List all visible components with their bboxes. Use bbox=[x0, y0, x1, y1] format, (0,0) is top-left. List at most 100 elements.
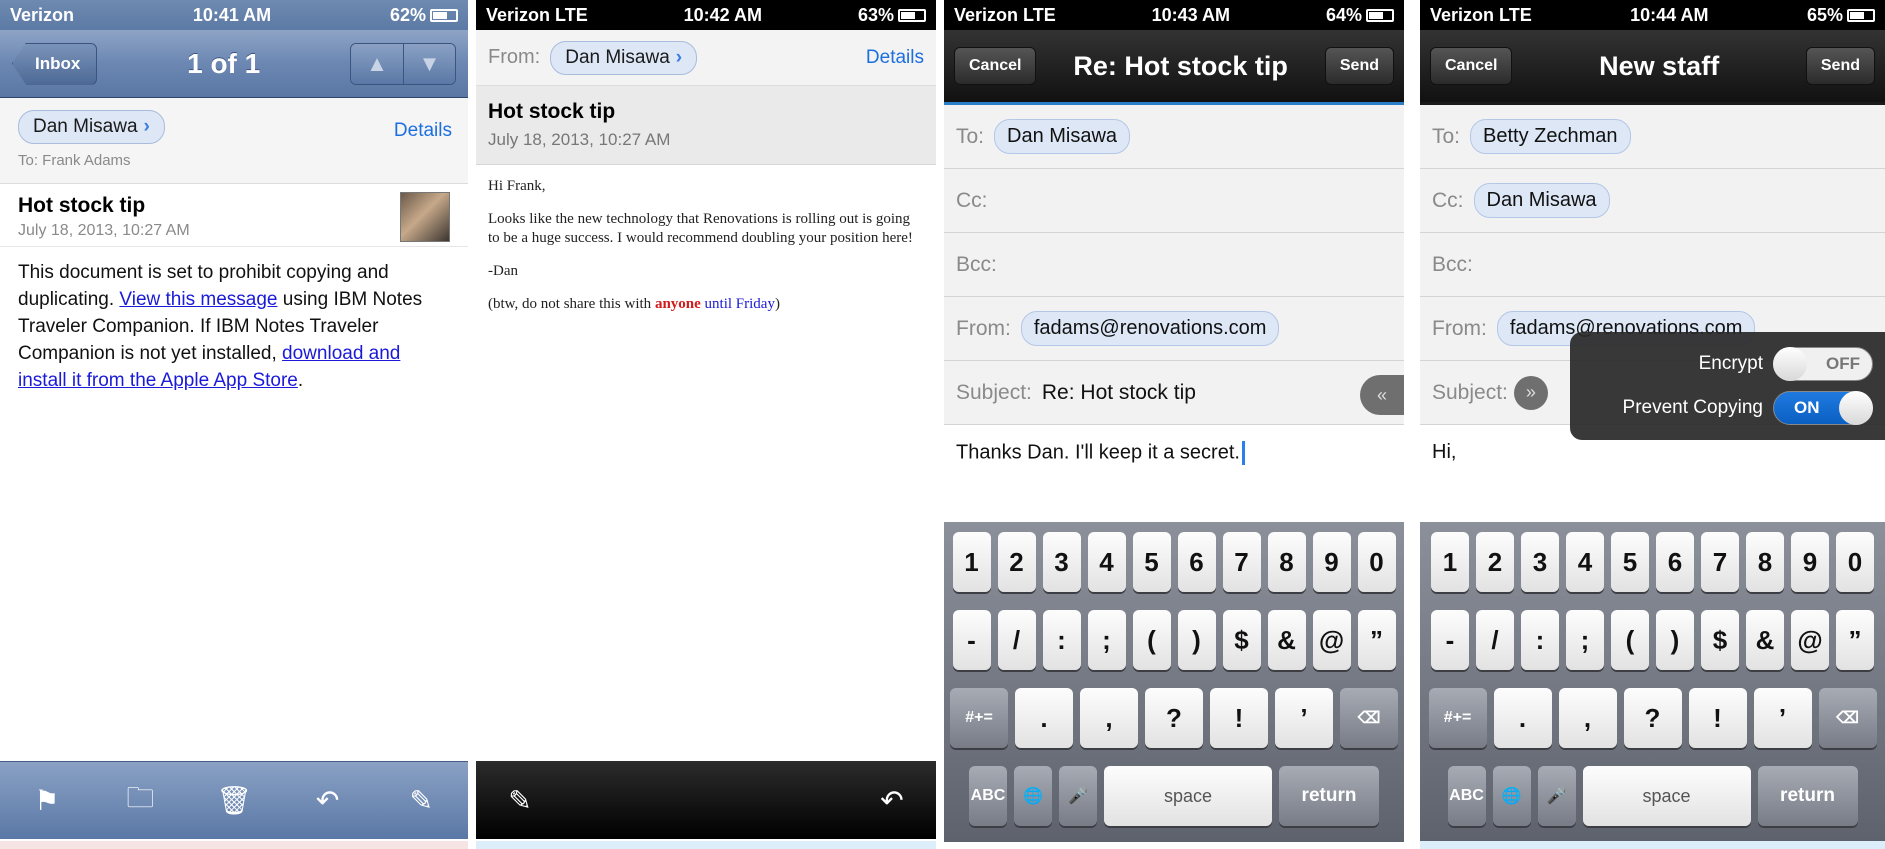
key[interactable]: 9 bbox=[1791, 532, 1829, 592]
cancel-button[interactable]: Cancel bbox=[1430, 47, 1513, 85]
key[interactable]: 7 bbox=[1222, 532, 1261, 592]
key[interactable]: / bbox=[1476, 610, 1514, 670]
key[interactable]: 9 bbox=[1312, 532, 1351, 592]
compose-body[interactable]: Thanks Dan. I'll keep it a secret. bbox=[944, 425, 1404, 515]
key[interactable]: 4 bbox=[1087, 532, 1126, 592]
key[interactable]: / bbox=[997, 610, 1036, 670]
recipient-chip[interactable]: Dan Misawa bbox=[1473, 183, 1610, 218]
space-key[interactable]: space bbox=[1582, 766, 1751, 826]
key[interactable]: 5 bbox=[1611, 532, 1649, 592]
from-chip[interactable]: fadams@renovations.com bbox=[1020, 311, 1280, 346]
backspace-icon[interactable]: ⌫ bbox=[1340, 688, 1398, 748]
backspace-icon[interactable]: ⌫ bbox=[1818, 688, 1877, 748]
key[interactable]: 2 bbox=[1476, 532, 1514, 592]
key[interactable]: & bbox=[1746, 610, 1784, 670]
key[interactable]: ) bbox=[1656, 610, 1694, 670]
key[interactable]: $ bbox=[1701, 610, 1739, 670]
send-button[interactable]: Send bbox=[1324, 47, 1394, 85]
key[interactable]: 3 bbox=[1521, 532, 1559, 592]
key[interactable]: 2 bbox=[997, 532, 1036, 592]
key[interactable]: : bbox=[1042, 610, 1081, 670]
key[interactable]: - bbox=[952, 610, 991, 670]
key[interactable]: 6 bbox=[1177, 532, 1216, 592]
microphone-icon[interactable]: 🎤 bbox=[1059, 766, 1097, 826]
sender-chip[interactable]: Dan Misawa › bbox=[18, 110, 165, 144]
key[interactable]: . bbox=[1015, 688, 1073, 748]
key[interactable]: 3 bbox=[1042, 532, 1081, 592]
key[interactable]: 0 bbox=[1836, 532, 1874, 592]
expand-options-button[interactable]: » bbox=[1513, 375, 1548, 410]
globe-icon[interactable]: 🌐 bbox=[1492, 766, 1531, 826]
recipient-chip[interactable]: Betty Zechman bbox=[1470, 119, 1631, 154]
subject-value[interactable]: Re: Hot stock tip bbox=[1042, 381, 1196, 405]
key[interactable]: 8 bbox=[1267, 532, 1306, 592]
key[interactable]: ” bbox=[1357, 610, 1396, 670]
compose-icon[interactable]: ✎ bbox=[401, 784, 441, 817]
globe-icon[interactable]: 🌐 bbox=[1014, 766, 1052, 826]
next-message-button[interactable]: ▼ bbox=[403, 43, 455, 84]
collapse-options-button[interactable]: « bbox=[1360, 375, 1404, 415]
key[interactable]: 1 bbox=[1431, 532, 1469, 592]
abc-key[interactable]: ABC bbox=[1447, 766, 1486, 826]
key[interactable]: ( bbox=[1611, 610, 1649, 670]
compose-icon[interactable]: ✎ bbox=[500, 784, 540, 817]
bcc-field[interactable]: Bcc: bbox=[944, 233, 1404, 297]
key[interactable]: 7 bbox=[1701, 532, 1739, 592]
key[interactable]: , bbox=[1080, 688, 1138, 748]
cc-field[interactable]: Cc: Dan Misawa bbox=[1420, 169, 1885, 233]
subject-field[interactable]: Subject: Re: Hot stock tip « bbox=[944, 361, 1404, 425]
flag-icon[interactable]: ⚑ bbox=[27, 784, 67, 817]
reply-icon[interactable]: ↶ bbox=[872, 784, 912, 817]
key[interactable]: 6 bbox=[1656, 532, 1694, 592]
details-link[interactable]: Details bbox=[866, 47, 924, 69]
bcc-field[interactable]: Bcc: bbox=[1420, 233, 1885, 297]
reply-icon[interactable]: ↶ bbox=[308, 784, 348, 817]
space-key[interactable]: space bbox=[1104, 766, 1272, 826]
return-key[interactable]: return bbox=[1757, 766, 1858, 826]
key[interactable]: ’ bbox=[1753, 688, 1812, 748]
view-message-link[interactable]: View this message bbox=[119, 289, 277, 310]
trash-icon[interactable]: 🗑 bbox=[214, 784, 254, 817]
abc-key[interactable]: ABC bbox=[969, 766, 1007, 826]
key[interactable]: ! bbox=[1210, 688, 1268, 748]
folder-icon[interactable]: 🗀 bbox=[120, 777, 160, 825]
previous-message-button[interactable]: ▲ bbox=[351, 43, 403, 84]
key[interactable]: ; bbox=[1087, 610, 1126, 670]
encrypt-toggle[interactable]: OFF bbox=[1773, 347, 1873, 381]
key[interactable]: : bbox=[1521, 610, 1559, 670]
key[interactable]: ” bbox=[1836, 610, 1874, 670]
key[interactable]: $ bbox=[1222, 610, 1261, 670]
sender-chip[interactable]: Dan Misawa › bbox=[550, 40, 698, 75]
key[interactable]: . bbox=[1493, 688, 1552, 748]
recipient-chip[interactable]: Dan Misawa bbox=[994, 119, 1131, 154]
key[interactable]: ? bbox=[1145, 688, 1203, 748]
send-button[interactable]: Send bbox=[1805, 47, 1875, 85]
microphone-icon[interactable]: 🎤 bbox=[1537, 766, 1576, 826]
return-key[interactable]: return bbox=[1279, 766, 1379, 826]
key[interactable]: @ bbox=[1312, 610, 1351, 670]
key[interactable]: ! bbox=[1688, 688, 1747, 748]
key[interactable]: 5 bbox=[1132, 532, 1171, 592]
key[interactable]: 0 bbox=[1357, 532, 1396, 592]
inbox-back-button[interactable]: Inbox bbox=[12, 42, 98, 85]
cc-field[interactable]: Cc: bbox=[944, 169, 1404, 233]
key[interactable]: ; bbox=[1566, 610, 1604, 670]
key[interactable]: 4 bbox=[1566, 532, 1604, 592]
details-link[interactable]: Details bbox=[394, 120, 452, 142]
key[interactable]: , bbox=[1558, 688, 1617, 748]
key[interactable]: - bbox=[1431, 610, 1469, 670]
key[interactable]: ? bbox=[1623, 688, 1682, 748]
key[interactable]: 8 bbox=[1746, 532, 1784, 592]
symbols-mode-key[interactable]: #+= bbox=[1428, 688, 1487, 748]
key[interactable]: ’ bbox=[1275, 688, 1333, 748]
key[interactable]: & bbox=[1267, 610, 1306, 670]
to-field[interactable]: To: Dan Misawa bbox=[944, 105, 1404, 169]
prevent-copying-toggle[interactable]: ON bbox=[1773, 391, 1873, 425]
key[interactable]: @ bbox=[1791, 610, 1829, 670]
key[interactable]: ) bbox=[1177, 610, 1216, 670]
symbols-mode-key[interactable]: #+= bbox=[950, 688, 1008, 748]
cancel-button[interactable]: Cancel bbox=[954, 47, 1037, 85]
key[interactable]: 1 bbox=[952, 532, 991, 592]
key[interactable]: ( bbox=[1132, 610, 1171, 670]
to-field[interactable]: To: Betty Zechman bbox=[1420, 105, 1885, 169]
